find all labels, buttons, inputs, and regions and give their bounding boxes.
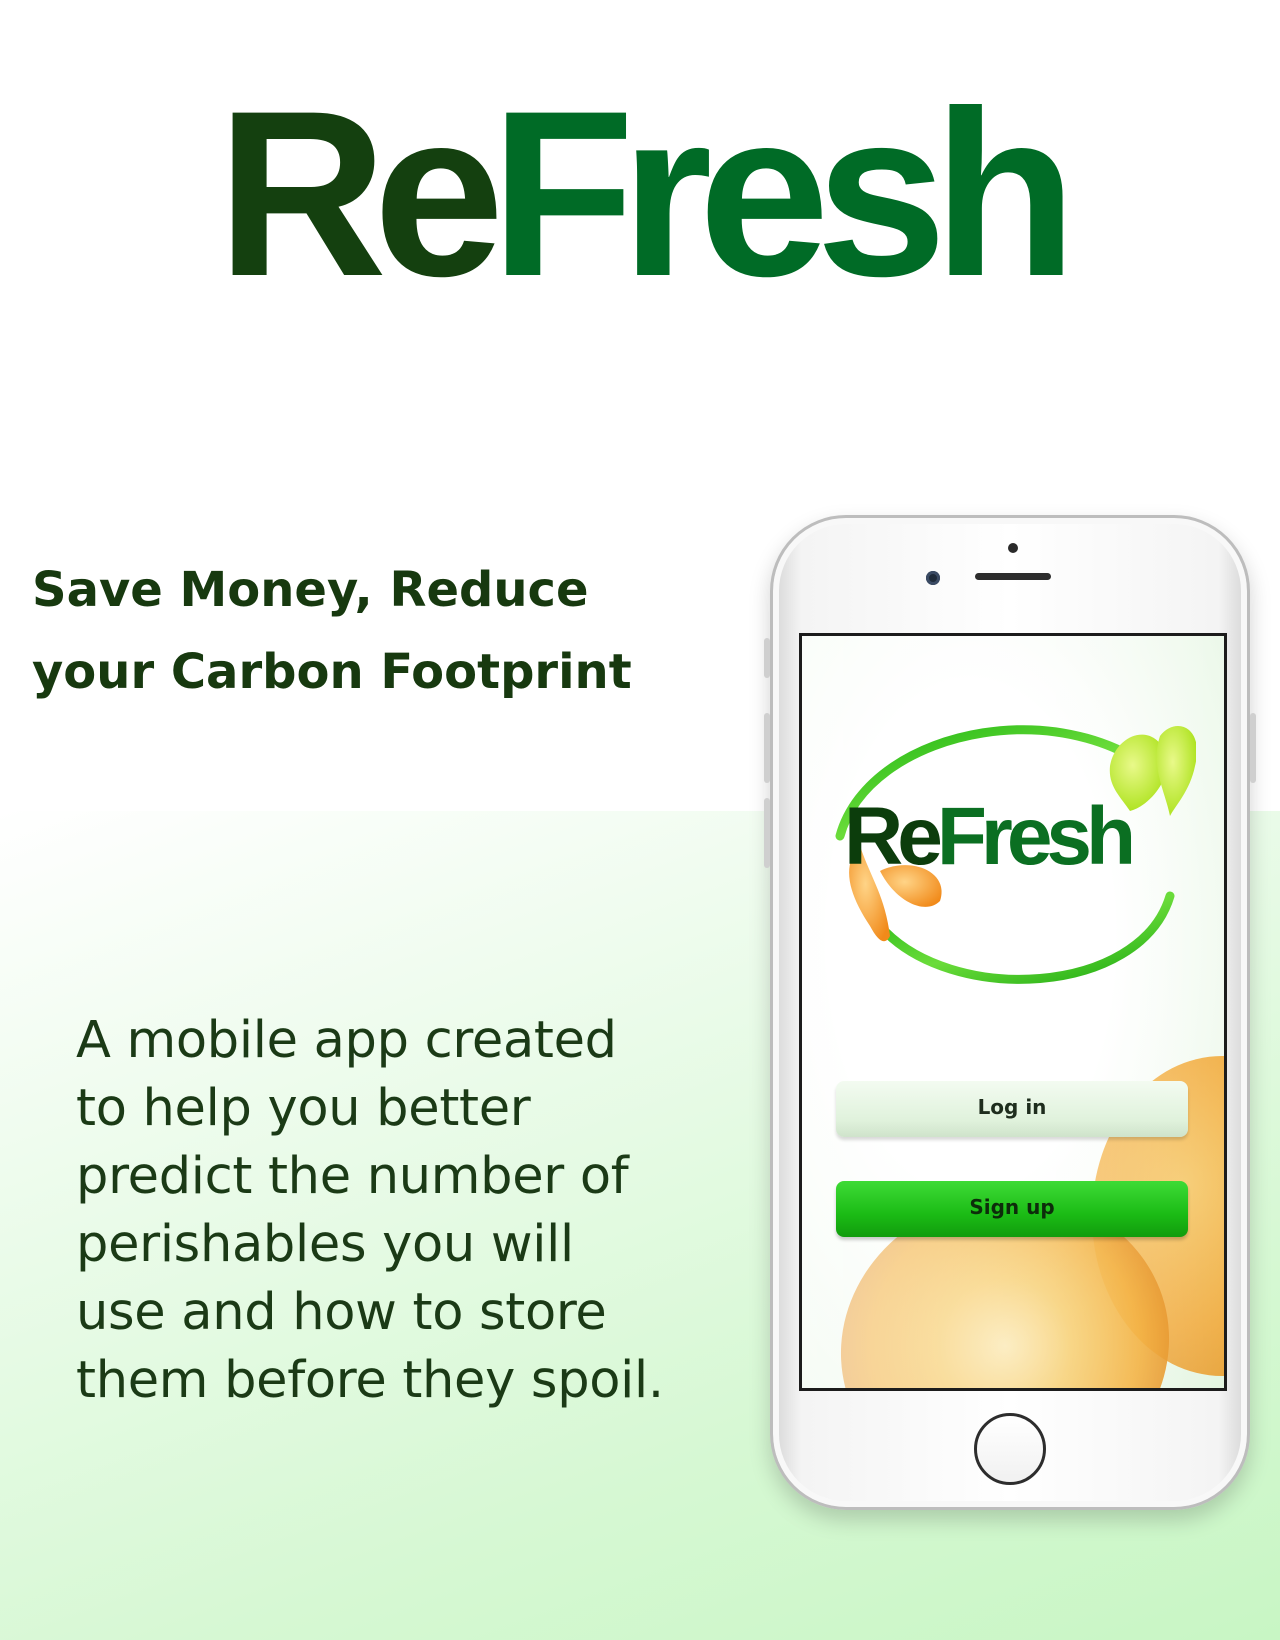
phone-volume-up-button [764, 713, 770, 783]
phone-power-button [1250, 713, 1256, 783]
tagline: Save Money, Reduce your Carbon Footprint [32, 562, 632, 700]
home-button[interactable] [974, 1413, 1046, 1485]
logo-ring-bottom [875, 891, 1175, 984]
hero-title-re: Re [216, 62, 505, 326]
hero-title-fresh: Fresh [490, 62, 1078, 326]
front-camera-icon [926, 571, 940, 585]
phone-screen: ReFresh Log in Sign up [799, 633, 1227, 1391]
phone-volume-button [764, 638, 770, 678]
app-logo-fresh: Fresh [936, 791, 1136, 882]
phone-mockup: ReFresh Log in Sign up [764, 515, 1256, 1510]
login-button[interactable]: Log in [836, 1081, 1188, 1137]
logo-leaf-top-right-2 [1156, 726, 1196, 816]
app-description: A mobile app created to help you better … [76, 1011, 664, 1410]
app-logo-text: ReFresh [844, 796, 1136, 878]
earpiece-speaker [975, 573, 1051, 580]
proximity-sensor [1008, 543, 1018, 553]
signup-button[interactable]: Sign up [836, 1181, 1188, 1237]
phone-volume-down-button [764, 798, 770, 868]
app-logo-re: Re [844, 791, 943, 882]
hero-logo-title: ReFresh [0, 76, 1280, 312]
